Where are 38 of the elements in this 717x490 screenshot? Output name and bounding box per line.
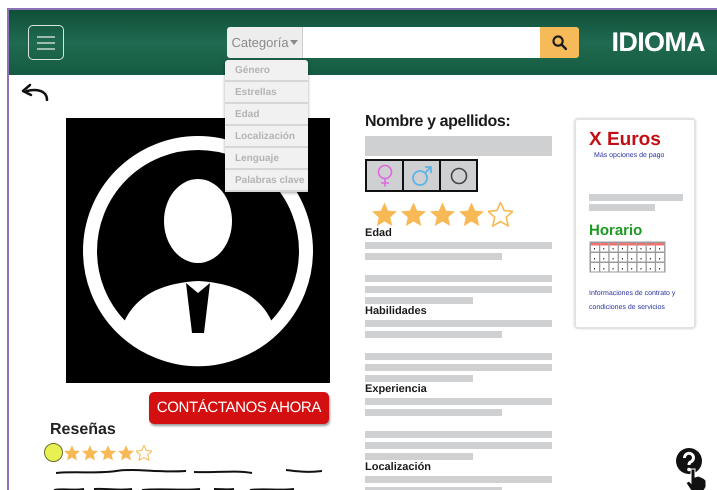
filled-star-icon bbox=[82, 444, 98, 460]
empty-star-icon bbox=[136, 444, 152, 460]
dropdown-item[interactable]: Género bbox=[225, 60, 308, 82]
name-label: Nombre y apellidos: bbox=[365, 112, 512, 132]
reviewer-avatar bbox=[44, 443, 63, 462]
filled-star-icon bbox=[118, 444, 134, 460]
search-field[interactable] bbox=[303, 27, 540, 58]
name-field[interactable] bbox=[365, 136, 552, 156]
back-arrow-icon[interactable] bbox=[20, 83, 50, 101]
empty-star-icon bbox=[488, 202, 513, 227]
caret-icon bbox=[290, 40, 298, 45]
section-label: Localización bbox=[365, 461, 432, 474]
reviews-title: Reseñas bbox=[50, 420, 117, 440]
circle-icon bbox=[450, 166, 468, 184]
brand-title: IDIOMA bbox=[612, 26, 705, 60]
schedule-title: Horario bbox=[589, 222, 644, 240]
filled-star-icon bbox=[100, 444, 116, 460]
section-label: Edad bbox=[365, 227, 393, 240]
search-button[interactable] bbox=[540, 27, 579, 58]
filled-star-icon bbox=[459, 202, 484, 227]
filled-star-icon bbox=[401, 202, 426, 227]
male-symbol-icon bbox=[410, 164, 432, 186]
placeholder-bar bbox=[589, 204, 655, 210]
menu-button[interactable] bbox=[28, 25, 64, 60]
search-icon bbox=[551, 34, 568, 51]
price-text: X Euros bbox=[589, 129, 662, 151]
help-pointer-icon[interactable] bbox=[675, 447, 708, 490]
calendar-icon bbox=[589, 240, 666, 272]
category-dropdown[interactable]: Categoría bbox=[227, 27, 303, 58]
filled-star-icon bbox=[430, 202, 455, 227]
dropdown-item[interactable]: Estrellas bbox=[225, 82, 308, 104]
female-symbol-icon bbox=[376, 164, 392, 188]
filled-star-icon bbox=[372, 202, 397, 227]
filled-star-icon bbox=[64, 444, 80, 460]
section-label: Experiencia bbox=[365, 383, 428, 396]
menu-icon bbox=[36, 34, 56, 50]
contact-button[interactable]: CONTÁCTANOS AHORA bbox=[148, 392, 329, 424]
section-label: Habilidades bbox=[365, 305, 428, 318]
